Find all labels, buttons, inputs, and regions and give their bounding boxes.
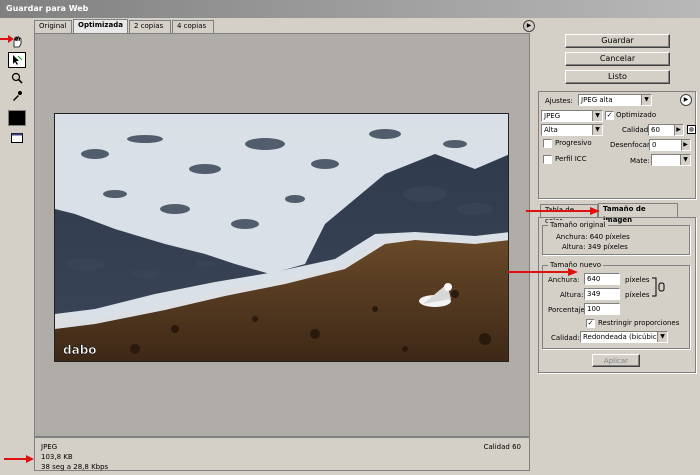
annotation-arrow-icon bbox=[0, 35, 14, 43]
format-select[interactable]: JPEG ▼ bbox=[541, 110, 603, 122]
tab-optimized[interactable]: Optimizada bbox=[73, 19, 128, 33]
new-width-label: Anchura: bbox=[548, 276, 580, 284]
cancel-button[interactable]: Cancelar bbox=[565, 52, 670, 66]
new-height-unit: píxeles bbox=[625, 291, 650, 299]
quality-slider-button[interactable]: ▶ bbox=[674, 124, 684, 136]
original-size-title: Tamaño original bbox=[548, 220, 608, 230]
quality-level-select[interactable]: Alta ▼ bbox=[541, 124, 603, 136]
slice-select-icon[interactable] bbox=[8, 52, 26, 68]
original-width: Anchura: 640 píxeles bbox=[556, 233, 630, 241]
progressive-checkbox[interactable] bbox=[543, 139, 552, 148]
original-height: Altura: 349 píxeles bbox=[562, 243, 628, 251]
matte-label: Mate: bbox=[630, 157, 650, 165]
tab-image-size[interactable]: Tamaño de imagen bbox=[598, 203, 678, 224]
icc-profile-checkbox[interactable] bbox=[543, 155, 552, 164]
status-quality: Calidad 60 bbox=[483, 443, 521, 451]
eyedropper-color-swatch[interactable] bbox=[8, 110, 26, 126]
status-time: 38 seg a 28,8 Kbps bbox=[41, 463, 109, 471]
percent-input[interactable]: 100 bbox=[584, 303, 620, 315]
window-title: Guardar para Web bbox=[0, 0, 700, 18]
percent-label: Porcentaje: bbox=[548, 306, 588, 314]
annotation-arrow-icon bbox=[4, 455, 34, 463]
annotation-arrow-icon bbox=[526, 207, 600, 215]
tab-original[interactable]: Original bbox=[34, 20, 72, 33]
preset-select[interactable]: JPEG alta ▼ bbox=[578, 94, 652, 106]
status-bar: JPEG 103,8 KB 38 seg a 28,8 Kbps Calidad… bbox=[34, 437, 530, 471]
preset-label: Ajustes: bbox=[545, 97, 573, 105]
icc-profile-label: Perfil ICC bbox=[555, 155, 587, 163]
image-watermark: dabo bbox=[63, 343, 97, 357]
tab-4-up[interactable]: 4 copias bbox=[172, 20, 214, 33]
optimized-label: Optimizado bbox=[616, 111, 657, 119]
matte-select[interactable]: ▼ bbox=[651, 154, 691, 166]
resample-quality-select[interactable]: Redondeada (bicúbica) ▼ bbox=[580, 331, 668, 343]
blur-input[interactable]: 0 bbox=[649, 139, 685, 151]
zoom-icon[interactable] bbox=[8, 70, 26, 86]
done-button[interactable]: Listo bbox=[565, 70, 670, 84]
resample-quality-label: Calidad: bbox=[551, 334, 580, 342]
save-button[interactable]: Guardar bbox=[565, 34, 670, 48]
status-size: 103,8 KB bbox=[41, 453, 73, 461]
progressive-label: Progresivo bbox=[555, 139, 592, 147]
new-height-input[interactable]: 349 bbox=[584, 288, 620, 300]
tab-2-up[interactable]: 2 copias bbox=[129, 20, 171, 33]
toolbox bbox=[4, 32, 30, 148]
constrain-proportions-checkbox[interactable]: ✓ bbox=[586, 319, 595, 328]
preview-menu-icon[interactable]: ▶ bbox=[523, 20, 535, 32]
new-width-unit: píxeles bbox=[625, 276, 650, 284]
constrain-proportions-label: Restringir proporciones bbox=[598, 319, 680, 327]
link-proportions-icon bbox=[652, 277, 665, 297]
optimized-checkbox[interactable]: ✓ bbox=[605, 111, 614, 120]
eyedropper-icon[interactable] bbox=[8, 88, 26, 104]
quality-label: Calidad: bbox=[622, 126, 651, 134]
preview-image: dabo bbox=[54, 113, 509, 362]
status-format: JPEG bbox=[41, 443, 58, 451]
quality-mask-icon[interactable] bbox=[686, 123, 696, 135]
optimize-menu-icon[interactable]: ▶ bbox=[680, 94, 692, 106]
new-height-label: Altura: bbox=[560, 291, 584, 299]
blur-label: Desenfocar: bbox=[610, 141, 653, 149]
new-width-input[interactable]: 640 bbox=[584, 273, 620, 285]
browser-preview-icon[interactable] bbox=[8, 130, 26, 146]
apply-button[interactable]: Aplicar bbox=[592, 354, 640, 367]
blur-slider-button[interactable]: ▶ bbox=[681, 139, 691, 151]
